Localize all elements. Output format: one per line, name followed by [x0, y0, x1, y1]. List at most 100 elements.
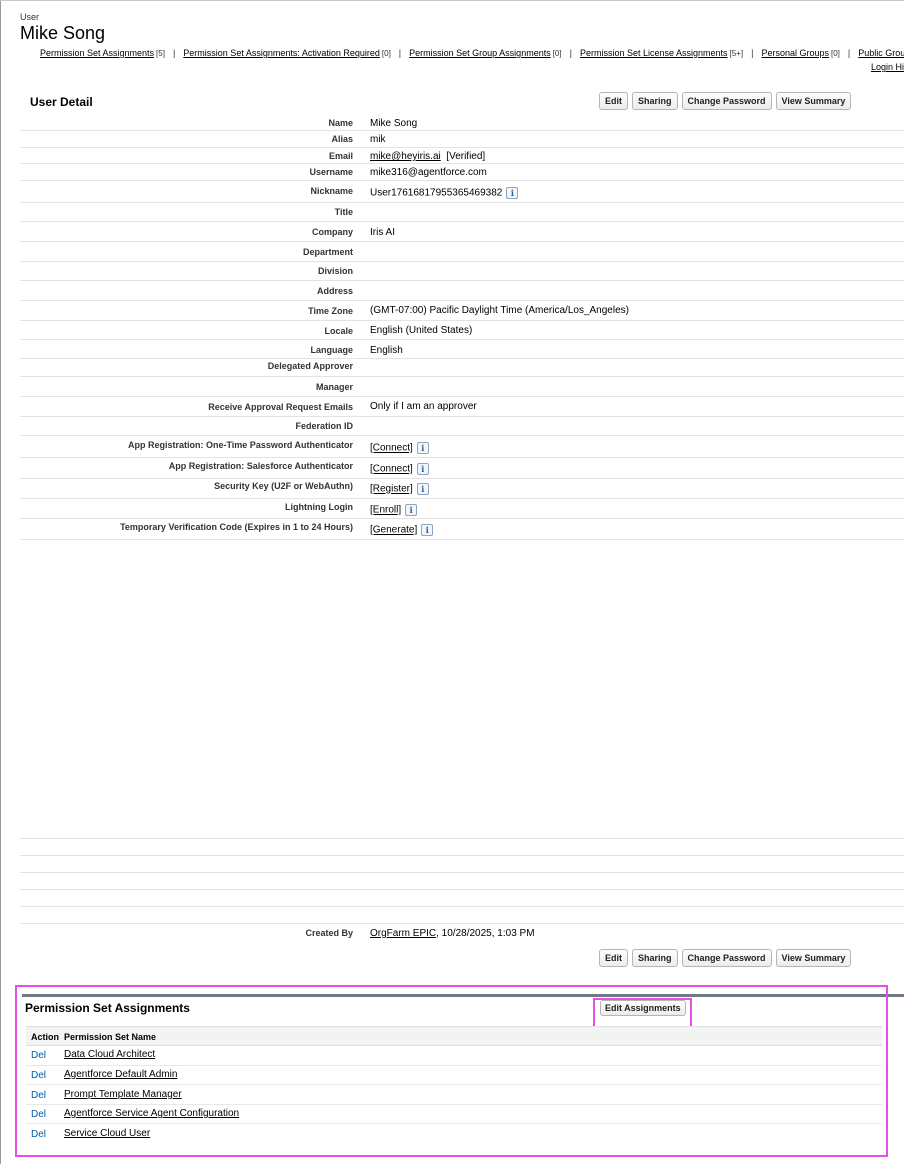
field-value-name: Mike Song: [370, 118, 418, 129]
edit-button[interactable]: Edit: [599, 949, 628, 967]
edit-button[interactable]: Edit: [599, 92, 628, 110]
field-label-alias: Alias: [331, 134, 353, 144]
field-label-username: Username: [309, 167, 353, 177]
info-icon[interactable]: i: [421, 524, 434, 536]
sharing-button[interactable]: Sharing: [632, 92, 678, 110]
column-header-permission-set-name: Permission Set Name: [64, 1032, 157, 1042]
info-icon[interactable]: i: [416, 463, 429, 475]
row-divider: [20, 498, 904, 499]
field-label-email: Email: [328, 151, 353, 161]
sharing-button[interactable]: Sharing: [632, 949, 678, 967]
link-count: [5+]: [729, 49, 744, 58]
del-link[interactable]: Del: [31, 1129, 46, 1140]
field-label-company: Company: [311, 227, 353, 237]
field-label-lightning-login: Lightning Login: [285, 502, 353, 512]
field-value-email: mike@heyiris.ai [Verified]: [370, 151, 485, 162]
link-personal-groups[interactable]: Personal Groups: [761, 48, 829, 58]
permission-set-link[interactable]: Agentforce Default Admin: [64, 1069, 177, 1080]
row-divider: [20, 241, 904, 242]
info-icon[interactable]: i: [506, 187, 519, 199]
link-login-history[interactable]: Login Hi: [871, 62, 904, 72]
row-divider: [20, 147, 904, 148]
info-icon[interactable]: i: [416, 483, 429, 495]
row-divider: [20, 518, 904, 519]
row-divider: [20, 376, 904, 377]
permission-set-link[interactable]: Agentforce Service Agent Configuration: [64, 1108, 239, 1119]
link-count: [0]: [831, 49, 840, 58]
del-link[interactable]: Del: [31, 1070, 46, 1081]
connect-sf-authenticator-link[interactable]: [Connect]: [370, 464, 413, 475]
field-value-alias: mik: [370, 134, 386, 145]
row-divider: [20, 838, 904, 839]
field-label-delegated-approver: Delegated Approver: [267, 361, 353, 371]
del-link[interactable]: Del: [31, 1109, 46, 1120]
field-value-company: Iris AI: [370, 227, 396, 238]
link-permission-set-assignments[interactable]: Permission Set Assignments: [40, 48, 154, 58]
change-password-button[interactable]: Change Password: [681, 949, 772, 967]
field-label-receive-approval: Receive Approval Request Emails: [208, 402, 353, 412]
field-value-security-key: [Register] i: [370, 483, 429, 495]
link-separator: |: [847, 48, 851, 58]
row-divider: [20, 416, 904, 417]
link-separator: |: [172, 48, 176, 58]
change-password-button[interactable]: Change Password: [681, 92, 772, 110]
field-label-language: Language: [310, 345, 353, 355]
del-link[interactable]: Del: [31, 1090, 46, 1101]
row-divider: [20, 130, 904, 131]
page-header: User Mike Song: [20, 12, 105, 43]
field-label-locale: Locale: [324, 326, 353, 336]
field-label-department: Department: [302, 247, 353, 257]
column-header-action: Action: [31, 1032, 59, 1042]
row-divider: [20, 396, 904, 397]
link-permission-set-group-assignments[interactable]: Permission Set Group Assignments: [409, 48, 551, 58]
permission-set-link[interactable]: Prompt Template Manager: [64, 1089, 182, 1100]
field-value-nickname: User17616817955365469382 i: [370, 187, 519, 199]
field-value-time-zone: (GMT-07:00) Pacific Daylight Time (Ameri…: [370, 305, 629, 316]
table-row-divider: [26, 1104, 882, 1105]
link-psa-activation-required[interactable]: Permission Set Assignments: Activation R…: [183, 48, 380, 58]
enroll-lightning-login-link[interactable]: [Enroll]: [370, 505, 401, 516]
row-divider: [20, 163, 904, 164]
row-divider: [20, 478, 904, 479]
permission-set-link[interactable]: Data Cloud Architect: [64, 1049, 155, 1060]
table-row-divider: [26, 1065, 882, 1066]
field-label-name: Name: [328, 118, 353, 128]
row-divider: [20, 280, 904, 281]
table-row-divider: [26, 1123, 882, 1124]
link-permission-set-license-assignments[interactable]: Permission Set License Assignments: [580, 48, 728, 58]
row-divider: [20, 358, 904, 359]
page-title: Mike Song: [20, 23, 106, 43]
row-divider: [20, 202, 904, 203]
field-value-language: English: [370, 345, 403, 356]
user-detail-title: User Detail: [30, 95, 93, 109]
field-label-address: Address: [316, 286, 353, 296]
row-divider: [20, 320, 904, 321]
field-label-security-key: Security Key (U2F or WebAuthn): [214, 481, 353, 491]
info-icon[interactable]: i: [416, 442, 429, 454]
view-summary-button[interactable]: View Summary: [775, 92, 852, 110]
field-value-temp-code: [Generate] i: [370, 524, 434, 536]
row-divider: [20, 539, 904, 540]
field-label-sf-authenticator: App Registration: Salesforce Authenticat…: [168, 461, 353, 471]
field-value-lightning-login: [Enroll] i: [370, 504, 418, 516]
row-divider: [20, 300, 904, 301]
object-type-label: User: [20, 12, 40, 22]
row-divider: [20, 889, 904, 890]
field-value-sf-authenticator: [Connect] i: [370, 463, 429, 475]
view-summary-button[interactable]: View Summary: [775, 949, 852, 967]
permission-set-link[interactable]: Service Cloud User: [64, 1128, 150, 1139]
generate-temp-code-link[interactable]: [Generate]: [370, 525, 417, 536]
link-public-group-membership[interactable]: Public Group Me: [858, 48, 904, 58]
connect-otp-link[interactable]: [Connect]: [370, 443, 413, 454]
info-icon[interactable]: i: [405, 504, 418, 516]
row-divider: [20, 855, 904, 856]
created-by-link[interactable]: OrgFarm EPIC: [370, 928, 436, 939]
register-security-key-link[interactable]: [Register]: [370, 484, 413, 495]
email-link[interactable]: mike@heyiris.ai: [370, 151, 441, 162]
del-link[interactable]: Del: [31, 1050, 46, 1061]
field-label-created-by: Created By: [305, 928, 353, 938]
top-button-bar: Edit Sharing Change Password View Summar…: [599, 92, 852, 110]
link-count: [0]: [381, 49, 391, 58]
field-label-federation-id: Federation ID: [295, 421, 353, 431]
row-divider: [20, 435, 904, 436]
